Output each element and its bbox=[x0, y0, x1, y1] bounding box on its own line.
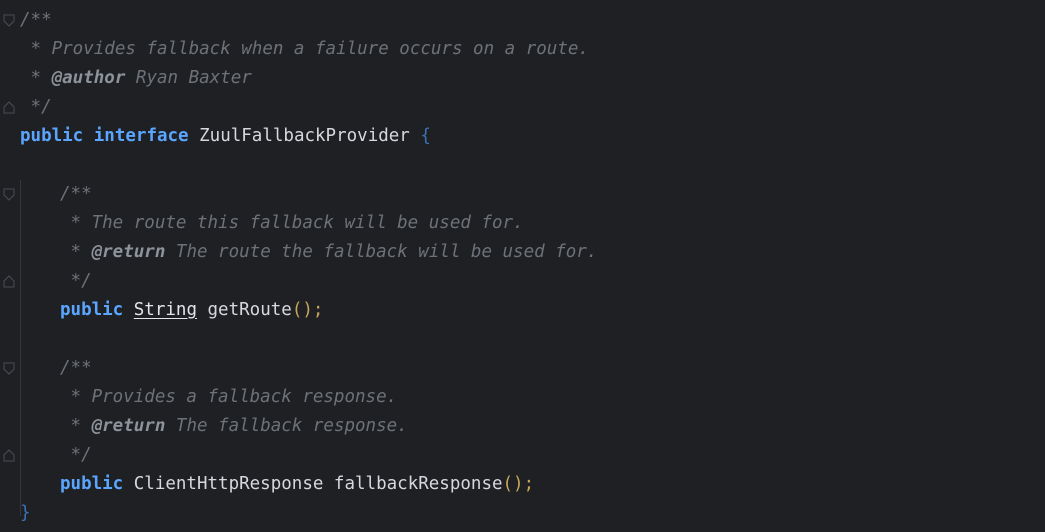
fold-open-icon[interactable] bbox=[3, 188, 15, 201]
code-line[interactable]: */ bbox=[60, 267, 92, 296]
indent-guide bbox=[20, 180, 21, 516]
code-line[interactable]: * The route this fallback will be used f… bbox=[60, 209, 524, 238]
code-token: * bbox=[60, 242, 92, 262]
code-token: /** bbox=[60, 358, 92, 378]
code-token: { bbox=[420, 126, 431, 146]
code-token: ClientHttpResponse fallbackResponse bbox=[123, 474, 503, 494]
code-line[interactable]: * @return The fallback response. bbox=[60, 412, 408, 441]
code-line[interactable]: public interface ZuulFallbackProvider { bbox=[20, 122, 431, 151]
fold-open-icon[interactable] bbox=[3, 362, 15, 375]
fold-close-icon[interactable] bbox=[3, 275, 15, 288]
code-token: @author bbox=[51, 68, 126, 88]
code-token: * bbox=[60, 416, 92, 436]
code-token: Ryan Baxter bbox=[125, 68, 252, 88]
code-token: The fallback response. bbox=[165, 416, 408, 436]
code-token: } bbox=[20, 503, 31, 523]
code-editor[interactable]: /** * Provides fallback when a failure o… bbox=[0, 0, 1045, 532]
code-line[interactable]: /** bbox=[60, 354, 92, 383]
code-line[interactable]: * Provides fallback when a failure occur… bbox=[20, 35, 589, 64]
code-token: */ bbox=[20, 97, 52, 117]
code-token: String bbox=[133, 300, 197, 320]
code-token: getRoute bbox=[196, 300, 292, 320]
code-token: public bbox=[60, 474, 124, 494]
code-token: The route the fallback will be used for. bbox=[165, 242, 598, 262]
code-line[interactable]: public ClientHttpResponse fallbackRespon… bbox=[60, 470, 534, 499]
code-token: * bbox=[20, 68, 52, 88]
code-token: * The route this fallback will be used f… bbox=[60, 213, 524, 233]
code-line[interactable]: public String getRoute(); bbox=[60, 296, 323, 325]
code-line[interactable]: /** bbox=[20, 6, 52, 35]
code-token: * Provides a fallback response. bbox=[60, 387, 398, 407]
editor-gutter bbox=[0, 0, 18, 532]
code-token: /** bbox=[60, 184, 92, 204]
code-line[interactable]: */ bbox=[60, 441, 92, 470]
code-line[interactable]: */ bbox=[20, 93, 52, 122]
code-token: */ bbox=[60, 271, 92, 291]
code-token: */ bbox=[60, 445, 92, 465]
code-line[interactable]: * @author Ryan Baxter bbox=[20, 64, 252, 93]
fold-close-icon[interactable] bbox=[3, 101, 15, 114]
code-token: interface bbox=[93, 126, 189, 146]
code-line[interactable]: * @return The route the fallback will be… bbox=[60, 238, 598, 267]
code-token: /** bbox=[20, 10, 52, 30]
code-token: public bbox=[20, 126, 84, 146]
code-line[interactable]: } bbox=[20, 499, 31, 528]
code-token: () bbox=[291, 300, 313, 320]
code-token: @return bbox=[91, 416, 166, 436]
code-token: ; bbox=[312, 300, 324, 320]
code-line[interactable]: * Provides a fallback response. bbox=[60, 383, 398, 412]
code-token: ZuulFallbackProvider bbox=[188, 126, 421, 146]
code-line[interactable]: /** bbox=[60, 180, 92, 209]
fold-close-icon[interactable] bbox=[3, 449, 15, 462]
code-token: () bbox=[502, 474, 524, 494]
code-token: @return bbox=[91, 242, 166, 262]
fold-open-icon[interactable] bbox=[3, 14, 15, 27]
code-token: * Provides fallback when a failure occur… bbox=[20, 39, 589, 59]
code-token: public bbox=[60, 300, 124, 320]
code-token: ; bbox=[523, 474, 535, 494]
